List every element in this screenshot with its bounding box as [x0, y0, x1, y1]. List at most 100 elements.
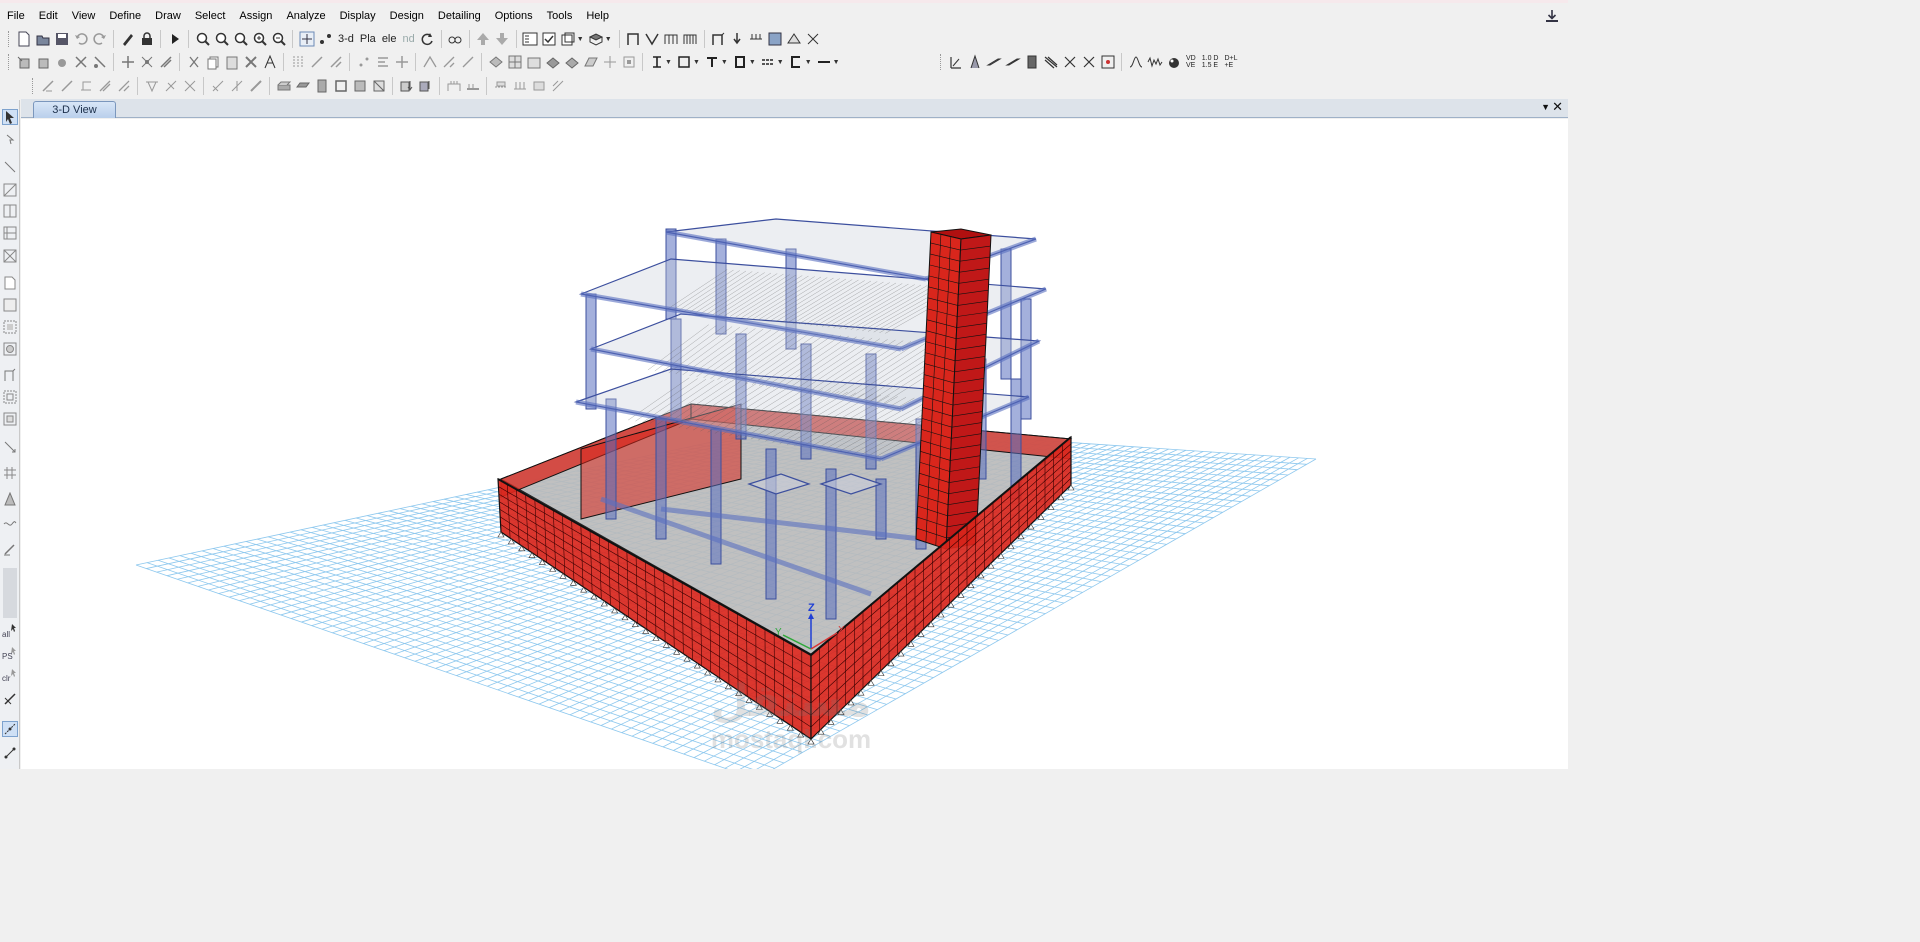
perspective-toggle-icon[interactable] — [447, 31, 463, 47]
combo-factor-button[interactable]: 1.0 D 1.5 E — [1202, 55, 1219, 69]
menu-select[interactable]: Select — [188, 6, 233, 26]
assign-release-icon[interactable] — [144, 78, 160, 94]
redo-icon[interactable] — [92, 31, 108, 47]
assign-pier-icon[interactable] — [314, 78, 330, 94]
design-vd-ve-button[interactable]: VD VE — [1186, 55, 1196, 69]
select-pointer-icon[interactable] — [2, 109, 18, 125]
rotate-3d-icon[interactable] — [419, 31, 435, 47]
extend-icon[interactable] — [309, 54, 325, 70]
draw-section-cut-icon[interactable] — [3, 492, 17, 506]
assign-spring-icon[interactable] — [78, 78, 94, 94]
plan-view-button[interactable]: Pla — [360, 33, 376, 45]
draw-joint-icon[interactable] — [16, 54, 32, 70]
snap-points-icon[interactable] — [356, 54, 372, 70]
snap-fine-grid-icon[interactable] — [460, 54, 476, 70]
snap-intersections-icon[interactable] — [394, 54, 410, 70]
rubber-band-icon[interactable] — [318, 31, 334, 47]
display-sphere-icon[interactable] — [1166, 54, 1182, 70]
zoom-restore-icon[interactable] — [214, 31, 230, 47]
assign-opening-icon[interactable] — [295, 78, 311, 94]
section-double-icon[interactable] — [760, 54, 776, 70]
draw-quick-area-icon[interactable] — [3, 320, 17, 334]
joint-load-icon[interactable] — [729, 31, 745, 47]
merge-icon[interactable] — [139, 54, 155, 70]
tab-list-button[interactable]: ▼ — [1541, 102, 1550, 112]
assign-slab-load-icon[interactable] — [550, 78, 566, 94]
zoom-full-icon[interactable] — [233, 31, 249, 47]
trim-icon[interactable] — [328, 54, 344, 70]
menu-assign[interactable]: Assign — [232, 6, 279, 26]
assign-restraint-icon[interactable] — [59, 78, 75, 94]
tab-3d-view[interactable]: 3-D View — [33, 101, 116, 118]
menu-design[interactable]: Design — [383, 6, 431, 26]
intersect-select-icon[interactable] — [3, 692, 17, 706]
mesh-icon[interactable] — [262, 54, 278, 70]
draw-x-brace-icon[interactable] — [3, 249, 17, 263]
menu-file[interactable]: File — [0, 6, 32, 26]
draw-area-icon[interactable] — [583, 54, 599, 70]
check-icon[interactable] — [541, 31, 557, 47]
section-tee-icon[interactable] — [704, 54, 720, 70]
snap-to-points-icon[interactable] — [2, 721, 18, 737]
section-i-icon[interactable] — [649, 54, 665, 70]
assign-panel-zone-icon[interactable] — [116, 78, 132, 94]
close-icon[interactable]: ✕ — [1552, 100, 1563, 114]
assign-load-pattern-icon[interactable] — [399, 78, 415, 94]
draw-dimension-line-icon[interactable] — [3, 440, 17, 454]
composite-beam-icon[interactable] — [985, 54, 1002, 70]
draw-wall-left-icon[interactable] — [3, 368, 17, 382]
assign-wall-load-icon[interactable] — [531, 78, 547, 94]
assign-spandrel-icon[interactable] — [333, 78, 349, 94]
assign-wind-icon[interactable] — [446, 78, 462, 94]
elevation-view-button[interactable]: ele — [382, 33, 397, 45]
draw-reference-line-icon[interactable] — [3, 542, 17, 556]
draw-column-left-icon[interactable] — [3, 204, 17, 218]
menu-tools[interactable]: Tools — [540, 6, 580, 26]
assign-frame-load-icon[interactable] — [493, 78, 509, 94]
draw-spring-icon[interactable] — [92, 54, 108, 70]
snap-perpendicular-icon[interactable] — [441, 54, 457, 70]
menu-analyze[interactable]: Analyze — [279, 6, 332, 26]
section-c-icon[interactable] — [788, 54, 804, 70]
view-3d-button[interactable]: 3-d — [338, 33, 354, 45]
assign-stiffness-icon[interactable] — [371, 78, 387, 94]
copy-icon[interactable] — [205, 54, 221, 70]
download-icon[interactable] — [1544, 8, 1560, 24]
frame-load-icon[interactable] — [748, 31, 764, 47]
time-history-icon[interactable] — [1147, 54, 1163, 70]
draw-wall-panel-icon[interactable] — [507, 54, 523, 70]
assign-temperature-icon[interactable] — [465, 78, 481, 94]
frame-draw-icon[interactable] — [625, 31, 641, 47]
divide-icon[interactable] — [158, 54, 174, 70]
section-plate-icon[interactable] — [816, 54, 832, 70]
assign-output-station-icon[interactable] — [210, 78, 226, 94]
draw-column-icon[interactable] — [35, 54, 51, 70]
model-3d-viewport[interactable]: Z Y X مستقل mostaql.com — [21, 119, 1568, 769]
reshape-icon[interactable] — [3, 133, 17, 147]
steel-joist-icon[interactable] — [1043, 54, 1059, 70]
menu-options[interactable]: Options — [488, 6, 540, 26]
refresh-view-icon[interactable] — [120, 31, 136, 47]
draw-circle-area-icon[interactable] — [3, 342, 17, 356]
draw-slab-icon[interactable] — [564, 54, 580, 70]
assign-hinge-icon[interactable] — [248, 78, 264, 94]
secondary-beam-icon[interactable] — [682, 31, 698, 47]
composite-column-icon[interactable] — [1004, 54, 1021, 70]
color-display-icon[interactable] — [786, 31, 802, 47]
zoom-in-icon[interactable] — [252, 31, 268, 47]
section-box-icon[interactable] — [676, 54, 692, 70]
paste-icon[interactable] — [224, 54, 240, 70]
frame-overwrite-icon[interactable] — [1081, 54, 1097, 70]
draw-opening-left-icon[interactable] — [3, 390, 17, 404]
draw-area-left-icon[interactable] — [3, 276, 17, 290]
set-display-options-icon[interactable] — [522, 31, 538, 47]
draw-opening-icon[interactable] — [526, 54, 542, 70]
draw-tendon-icon[interactable] — [3, 516, 17, 530]
menu-detailing[interactable]: Detailing — [431, 6, 488, 26]
object-shrink-icon[interactable] — [560, 31, 576, 47]
run-analysis-icon[interactable] — [167, 31, 183, 47]
menu-display[interactable]: Display — [333, 6, 383, 26]
replicate-icon[interactable] — [120, 54, 136, 70]
move-up-icon[interactable] — [475, 31, 491, 47]
slab-display-icon[interactable] — [767, 31, 783, 47]
